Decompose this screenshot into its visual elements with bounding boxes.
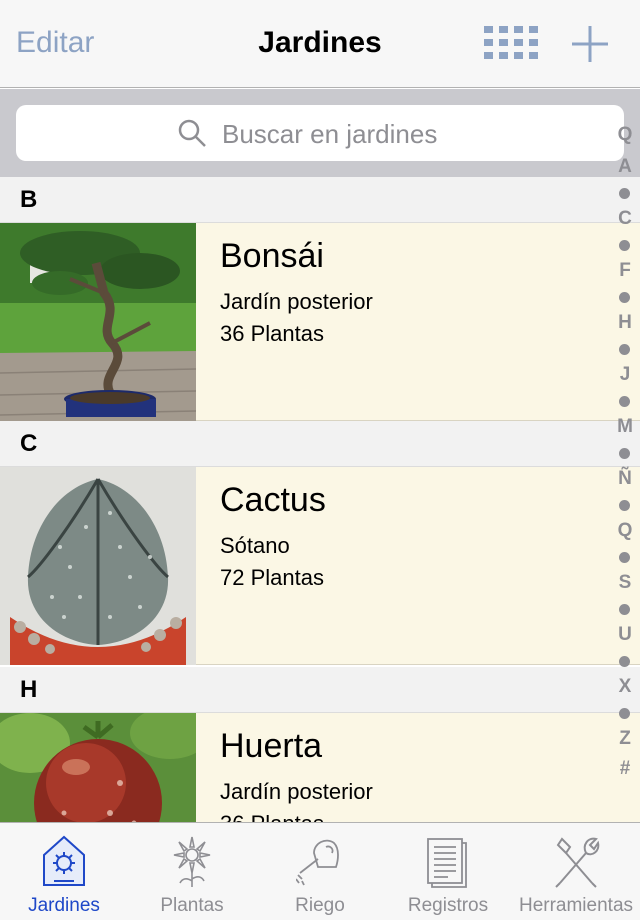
index-dot bbox=[619, 552, 630, 563]
notes-icon bbox=[427, 838, 467, 888]
garden-row-huerta[interactable]: Huerta Jardín posterior 36 Plantas bbox=[0, 713, 640, 822]
index-letter[interactable]: Q bbox=[610, 520, 640, 542]
index-letter[interactable]: A bbox=[610, 156, 640, 178]
index-dot bbox=[619, 188, 630, 199]
garden-name: Huerta bbox=[220, 727, 323, 765]
tab-label: Registros bbox=[407, 895, 489, 916]
index-dot bbox=[619, 396, 630, 407]
search-placeholder: Buscar en jardines bbox=[222, 119, 438, 149]
garden-location: Sótano bbox=[220, 533, 290, 558]
tab-plantas[interactable]: Plantas bbox=[128, 823, 256, 920]
index-dot bbox=[619, 500, 630, 511]
garden-location: Jardín posterior bbox=[220, 779, 373, 804]
index-dot bbox=[619, 656, 630, 667]
index-search[interactable]: Q bbox=[610, 124, 640, 146]
gardens-list: B Bonsái Jardín posterior 36 Plantas C C… bbox=[0, 177, 640, 822]
index-letter[interactable]: C bbox=[610, 208, 640, 230]
section-header-b: B bbox=[0, 177, 640, 223]
plant-count: 36 Plantas bbox=[220, 321, 324, 346]
navigation-bar: Editar Jardines bbox=[0, 0, 640, 88]
add-garden-button[interactable] bbox=[568, 22, 612, 66]
garden-house-icon bbox=[43, 835, 85, 886]
edit-button[interactable]: Editar bbox=[16, 26, 94, 60]
tab-bar: Jardines Plantas Riego Registros Herrami… bbox=[0, 822, 640, 920]
index-letter[interactable]: # bbox=[610, 758, 640, 780]
tab-label: Herramientas bbox=[518, 895, 634, 916]
index-letter[interactable]: Z bbox=[610, 728, 640, 750]
tab-riego[interactable]: Riego bbox=[256, 823, 384, 920]
index-letter[interactable]: H bbox=[610, 312, 640, 334]
index-letter[interactable]: J bbox=[610, 364, 640, 386]
index-letter[interactable]: F bbox=[610, 260, 640, 282]
index-dot bbox=[619, 604, 630, 615]
index-letter[interactable]: M bbox=[610, 416, 640, 438]
tab-label: Riego bbox=[295, 895, 345, 916]
index-letter[interactable]: U bbox=[610, 624, 640, 646]
tab-jardines[interactable]: Jardines bbox=[0, 823, 128, 920]
index-dot bbox=[619, 240, 630, 251]
page-title: Jardines bbox=[258, 26, 382, 59]
index-dot bbox=[619, 448, 630, 459]
tab-registros[interactable]: Registros bbox=[384, 823, 512, 920]
section-header-c: C bbox=[0, 421, 640, 467]
bonsai-photo bbox=[0, 223, 196, 421]
section-index[interactable]: Q A C F H J M Ñ Q S U X Z # bbox=[610, 124, 640, 786]
tab-herramientas[interactable]: Herramientas bbox=[512, 823, 640, 920]
search-bar: Buscar en jardines bbox=[0, 89, 640, 177]
section-letter: H bbox=[20, 676, 38, 703]
search-icon bbox=[178, 119, 206, 147]
garden-row-cactus[interactable]: Cactus Sótano 72 Plantas bbox=[0, 467, 640, 665]
garden-location: Jardín posterior bbox=[220, 289, 373, 314]
garden-name: Bonsái bbox=[220, 237, 324, 275]
grid-view-icon[interactable] bbox=[484, 26, 538, 60]
index-letter[interactable]: Ñ bbox=[610, 468, 640, 490]
index-dot bbox=[619, 344, 630, 355]
watering-can-icon bbox=[296, 839, 339, 886]
plant-count: 72 Plantas bbox=[220, 565, 324, 590]
garden-name: Cactus bbox=[220, 481, 326, 519]
index-letter[interactable]: S bbox=[610, 572, 640, 594]
section-letter: C bbox=[20, 430, 38, 457]
index-dot bbox=[619, 708, 630, 719]
tomato-photo bbox=[0, 713, 196, 822]
flower-icon bbox=[173, 836, 211, 887]
tab-label: Plantas bbox=[160, 895, 224, 916]
cactus-photo bbox=[0, 467, 196, 665]
section-letter: B bbox=[20, 186, 38, 213]
plus-icon bbox=[572, 26, 608, 62]
plant-count: 36 Plantas bbox=[220, 811, 324, 822]
search-input[interactable]: Buscar en jardines bbox=[16, 105, 624, 161]
garden-row-bonsai[interactable]: Bonsái Jardín posterior 36 Plantas bbox=[0, 223, 640, 421]
section-header-h: H bbox=[0, 667, 640, 713]
index-dot bbox=[619, 292, 630, 303]
index-letter[interactable]: X bbox=[610, 676, 640, 698]
tools-icon bbox=[555, 837, 600, 888]
